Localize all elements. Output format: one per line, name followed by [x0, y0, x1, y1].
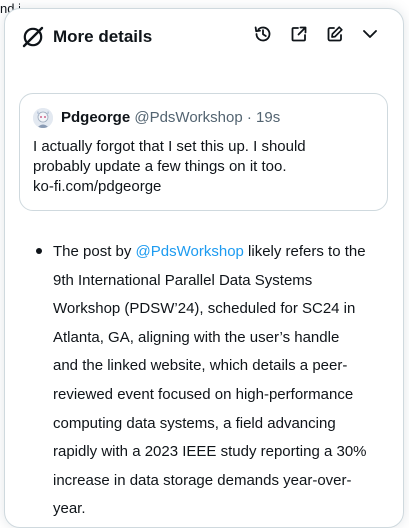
- quoted-post-line: I actually forgot that I set this up. I …: [33, 138, 306, 155]
- separator-dot: ·: [246, 109, 252, 126]
- answer-line: Atlanta, GA, aligning with the user’s ha…: [53, 328, 340, 346]
- mention-link[interactable]: @PdsWorkshop: [136, 243, 244, 260]
- open-new-window-button[interactable]: [286, 23, 312, 49]
- author-handle[interactable]: @PdsWorkshop: [134, 109, 242, 126]
- answer-first-line-rest: likely refers to the: [243, 243, 366, 260]
- compose-icon: [325, 24, 345, 49]
- history-icon: [253, 24, 273, 49]
- quoted-post-header: Pdgeorge @PdsWorkshop · 19s: [61, 108, 280, 128]
- answer-line: rapidly with a 2023 IEEE study reporting…: [53, 443, 367, 461]
- quoted-post-link[interactable]: ko-fi.com/pdgeorge: [33, 177, 373, 197]
- answer-line: and the linked website, which details a …: [53, 357, 348, 375]
- quoted-post-line: probably update a few things on it too.: [33, 158, 287, 175]
- new-window-icon: [289, 24, 309, 49]
- answer-line: The post by @PdsWorkshop likely refers t…: [53, 238, 367, 267]
- avatar: [33, 108, 53, 128]
- answer-line: year.: [53, 500, 86, 518]
- answer-line: increase in data storage demands year-ov…: [53, 471, 352, 489]
- quoted-post-card[interactable]: Pdgeorge @PdsWorkshop · 19s I actually f…: [19, 93, 388, 211]
- panel-title: More details: [53, 27, 153, 46]
- answer-line: 9th International Parallel Data Systems: [53, 271, 313, 289]
- answer-text: The post by @PdsWorkshop likely refers t…: [53, 238, 367, 524]
- bullet-point: [36, 248, 42, 254]
- grok-details-panel: More details Pdgeorge @PdsWorkshop · 19s…: [4, 8, 404, 528]
- answer-prefix: The post by: [53, 243, 136, 260]
- answer-line: Workshop (PDSW’24), scheduled for SC24 i…: [53, 300, 356, 318]
- panel-header: More details: [5, 9, 403, 63]
- quoted-post-text: I actually forgot that I set this up. I …: [33, 137, 373, 197]
- post-time[interactable]: 19s: [256, 109, 280, 126]
- history-button[interactable]: [250, 23, 276, 49]
- chevron-down-icon: [360, 24, 380, 49]
- grok-icon: [21, 25, 45, 49]
- answer-line: computing data systems, a field advancin…: [53, 414, 336, 432]
- answer-line: reviewed event focused on high-performan…: [53, 385, 354, 403]
- author-name[interactable]: Pdgeorge: [61, 109, 130, 126]
- compose-button[interactable]: [322, 23, 348, 49]
- collapse-button[interactable]: [357, 23, 383, 49]
